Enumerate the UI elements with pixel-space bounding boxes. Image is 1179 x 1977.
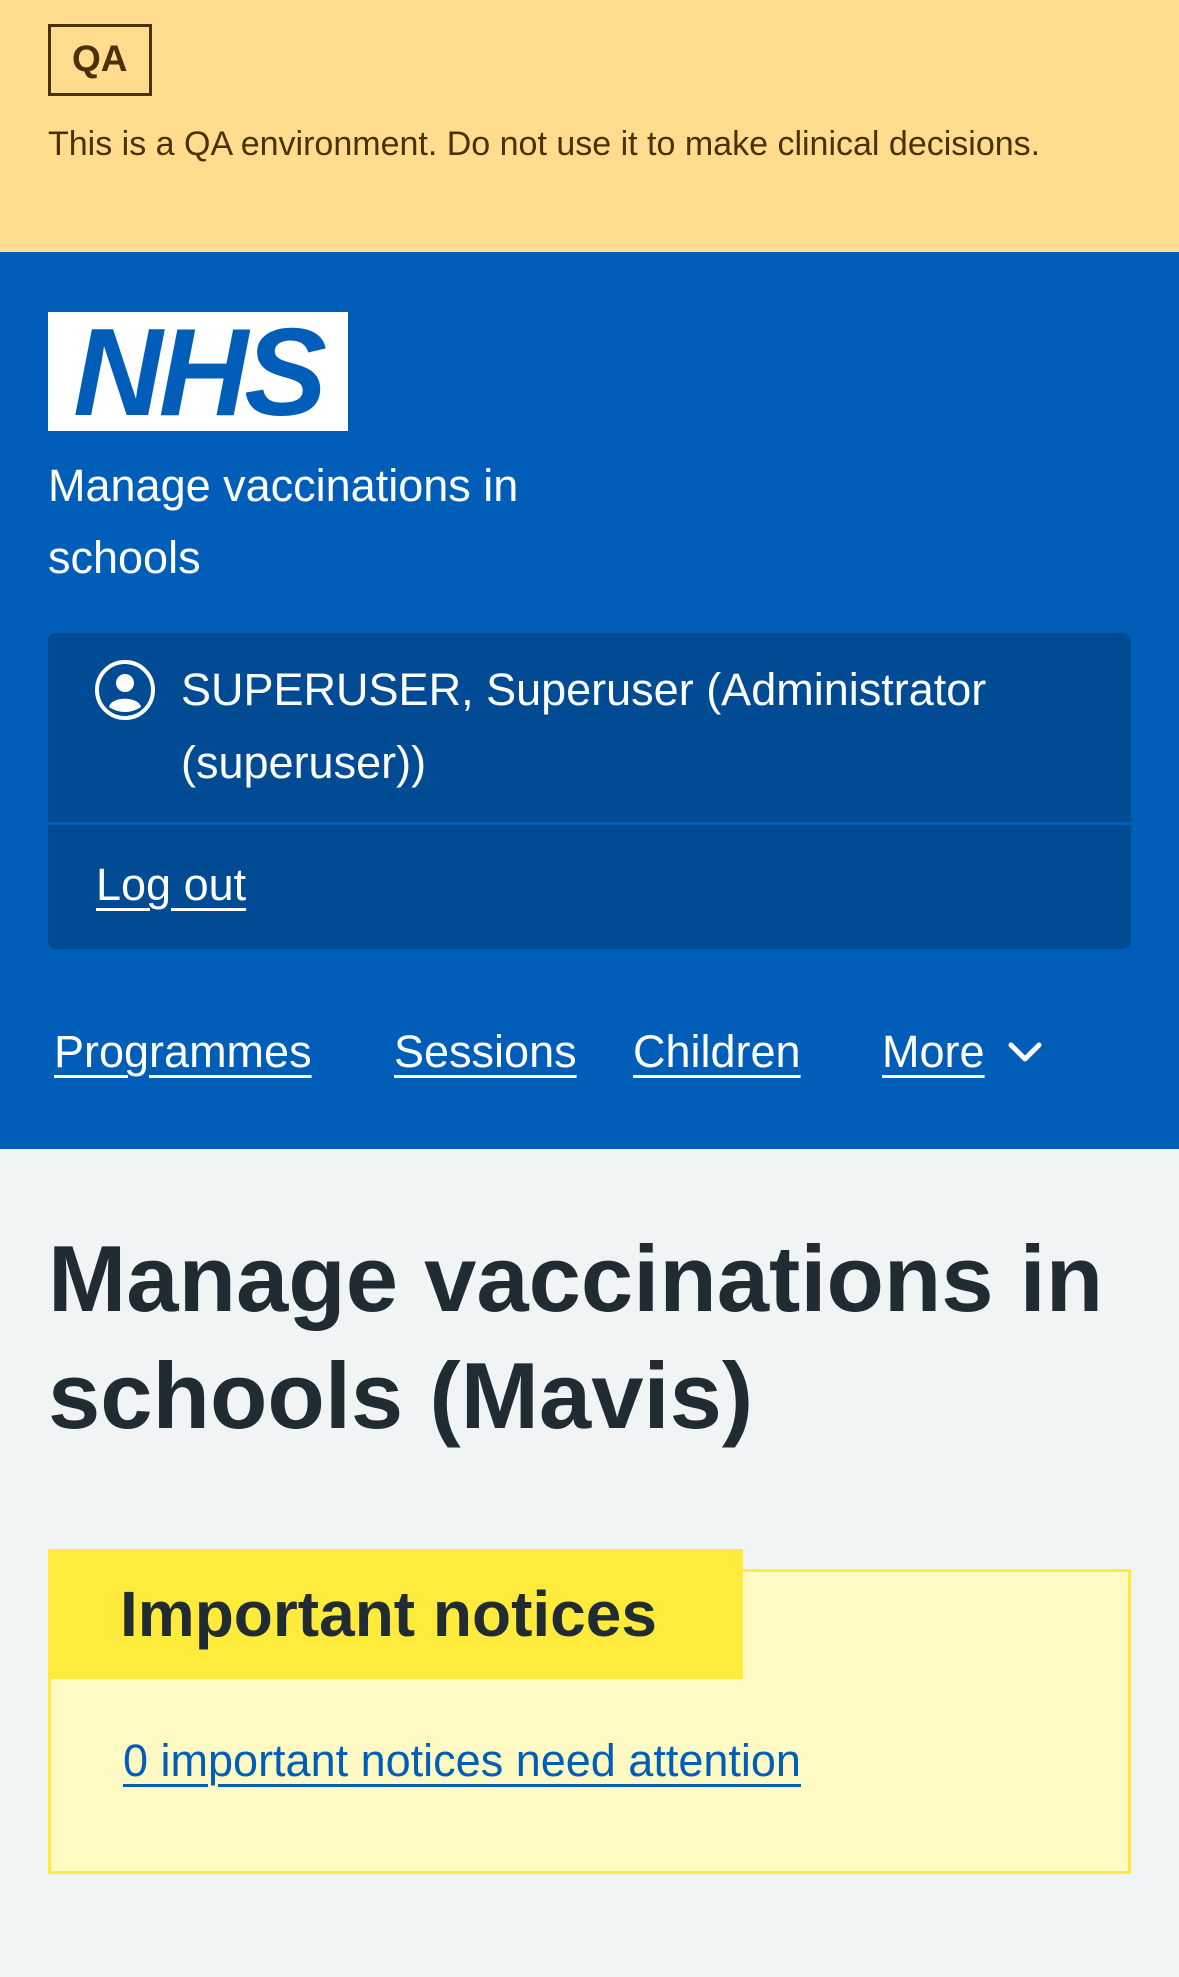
- nav-more-button[interactable]: More: [882, 1012, 1045, 1092]
- site-header: NHS Manage vaccinations in schools SUPER…: [0, 252, 1179, 1149]
- nav-item-children[interactable]: Children: [633, 1012, 801, 1092]
- page-title: Manage vaccinations in schools (Mavis): [48, 1226, 1104, 1448]
- environment-message: This is a QA environment. Do not use it …: [48, 125, 1041, 163]
- environment-tag: QA: [48, 24, 152, 96]
- user-name: SUPERUSER, Superuser (Administrator (sup…: [181, 664, 987, 788]
- environment-banner: QA This is a QA environment. Do not use …: [0, 0, 1179, 252]
- logout-link[interactable]: Log out: [96, 855, 246, 915]
- nhs-logo-icon: NHS: [73, 312, 330, 431]
- important-notices-panel: Important notices 0 important notices ne…: [48, 1549, 1131, 1874]
- service-name[interactable]: Manage vaccinations in schools: [48, 450, 648, 594]
- nav-item-sessions[interactable]: Sessions: [394, 1012, 577, 1092]
- account-panel: SUPERUSER, Superuser (Administrator (sup…: [48, 633, 1131, 949]
- user-circle-icon: [95, 660, 155, 720]
- nav-more-label: More: [882, 1026, 985, 1077]
- important-notices-heading: Important notices: [48, 1549, 743, 1679]
- svg-text:NHS: NHS: [73, 312, 326, 431]
- important-notices-link[interactable]: 0 important notices need attention: [123, 1731, 801, 1791]
- nhs-logo[interactable]: NHS: [48, 312, 348, 431]
- primary-navigation: Programmes Sessions Children More: [0, 1012, 1179, 1092]
- nav-item-programmes[interactable]: Programmes: [54, 1012, 312, 1092]
- account-user: SUPERUSER, Superuser (Administrator (sup…: [48, 633, 1131, 825]
- chevron-down-icon: [1008, 1042, 1042, 1062]
